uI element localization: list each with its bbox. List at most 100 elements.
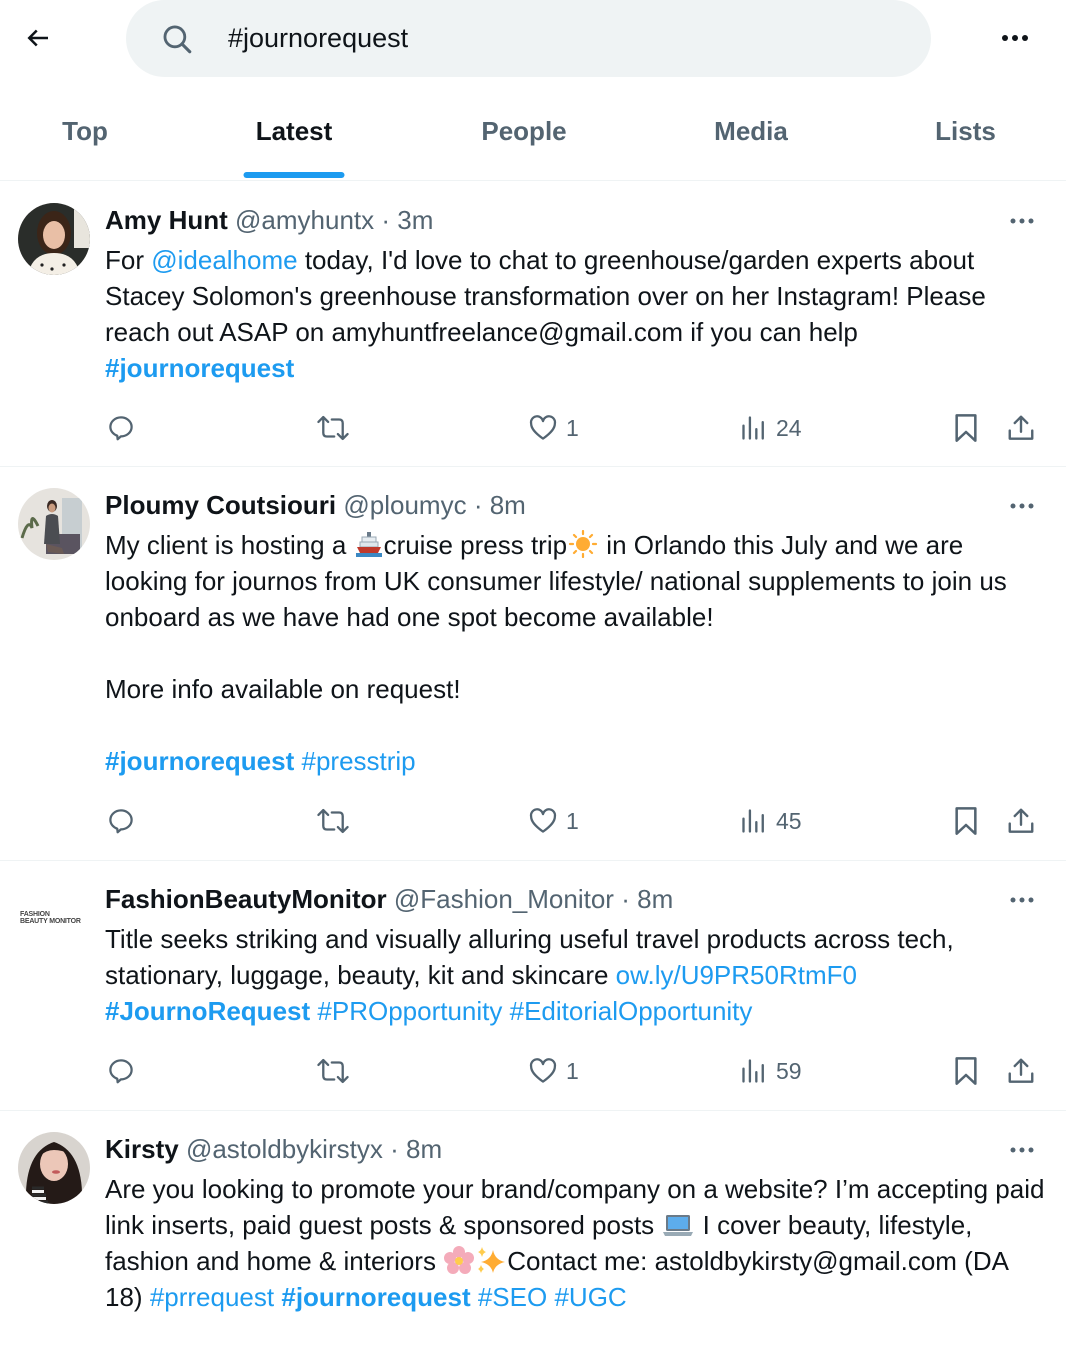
reply-button[interactable] [106,408,136,448]
text-segment: My client is hosting a [105,530,354,560]
view-count: 24 [776,414,802,441]
retweet-button[interactable] [316,1051,350,1091]
avatar[interactable] [18,488,90,560]
hashtag-link[interactable]: #UGC [554,1282,626,1312]
search-input[interactable] [228,18,878,58]
tweet-more-button[interactable] [1000,206,1044,236]
tweet[interactable]: Ploumy Coutsiouri @ploumyc · 8m My clien… [0,467,1066,861]
mention-link[interactable]: @idealhome [151,245,297,275]
avatar-logo-text: FASHION BEAUTY MONITOR [20,911,81,925]
tab-latest[interactable]: Latest [224,92,364,181]
analytics-icon [742,416,764,440]
timestamp[interactable]: 8m [637,884,673,914]
share-button[interactable] [1006,408,1036,448]
tweet-text: Title seeks striking and visually alluri… [105,921,1050,1029]
author-name[interactable]: FashionBeautyMonitor [105,884,387,914]
retweet-icon [317,808,349,834]
author-handle[interactable]: @astoldbykirstyx [186,1134,383,1164]
tweet-text: For @idealhome today, I'd love to chat t… [105,242,1050,386]
reply-button[interactable] [106,1051,136,1091]
like-button[interactable]: 1 [528,801,579,841]
timestamp[interactable]: 8m [406,1134,442,1164]
tweet-more-button[interactable] [1000,1135,1044,1165]
analytics-icon [742,1059,764,1083]
avatar-image [18,1132,90,1204]
search-tabs: Top Latest People Media Lists [0,92,1066,181]
bookmark-icon [955,414,977,442]
more-options-button[interactable] [990,18,1040,58]
like-count: 1 [566,807,579,834]
separator-dot: · [473,490,483,520]
views-button[interactable]: 24 [740,408,802,448]
hashtag-link[interactable]: #journorequest [281,1282,470,1312]
tweet[interactable]: Kirsty @astoldbykirstyx · 8m Are you loo… [0,1111,1066,1362]
hashtag-link[interactable]: #prrequest [150,1282,274,1312]
tweet[interactable]: Amy Hunt @amyhuntx · 3m For @idealhome t… [0,182,1066,467]
bookmark-button[interactable] [952,801,980,841]
avatar[interactable] [18,203,90,275]
like-button[interactable]: 1 [528,408,579,448]
analytics-icon [742,809,764,833]
more-horizontal-icon [1010,897,1034,903]
tab-people[interactable]: People [460,92,588,181]
author-handle[interactable]: @Fashion_Monitor [394,884,614,914]
text-segment: cruise press trip [383,530,568,560]
bookmark-button[interactable] [952,1051,980,1091]
share-button[interactable] [1006,801,1036,841]
share-icon [1008,415,1034,440]
author-handle[interactable]: @amyhuntx [235,205,374,235]
laptop-emoji [663,1215,694,1236]
heart-icon [529,415,557,440]
hashtag-link[interactable]: #JournoRequest [105,996,310,1026]
hashtag-link[interactable]: #SEO [478,1282,547,1312]
tab-label: Media [714,116,788,146]
hashtag-link[interactable]: #presstrip [301,746,415,776]
active-tab-indicator [243,172,345,178]
tab-top[interactable]: Top [30,92,140,181]
tweet-more-button[interactable] [1000,491,1044,521]
author-name[interactable]: Kirsty [105,1134,179,1164]
tweet-text: My client is hosting a cruise press trip… [105,527,1050,779]
avatar-image [18,488,90,560]
hashtag-link[interactable]: #journorequest [105,353,294,383]
tab-media[interactable]: Media [690,92,812,181]
avatar-image [18,203,90,275]
tweet-more-button[interactable] [1000,885,1044,915]
author-name[interactable]: Amy Hunt [105,205,228,235]
tab-label: Latest [255,116,333,146]
hashtag-link[interactable]: #journorequest [105,746,294,776]
avatar[interactable]: FASHION BEAUTY MONITOR [18,882,90,954]
tab-label: Lists [935,116,996,146]
tweet-header: Amy Hunt @amyhuntx · 3m [105,202,433,238]
bookmark-button[interactable] [952,408,980,448]
timestamp[interactable]: 8m [490,490,526,520]
url-link[interactable]: ow.ly/U9PR50RtmF0 [616,960,857,990]
author-handle[interactable]: @ploumyc [343,490,466,520]
like-count: 1 [566,414,579,441]
retweet-button[interactable] [316,408,350,448]
share-button[interactable] [1006,1051,1036,1091]
views-button[interactable]: 59 [740,1051,802,1091]
sun-emoji [568,530,598,558]
search-box[interactable] [126,0,931,77]
hashtag-link[interactable]: #EditorialOpportunity [510,996,753,1026]
timestamp[interactable]: 3m [397,205,433,235]
views-button[interactable]: 45 [740,801,802,841]
tab-lists[interactable]: Lists [918,92,1013,181]
sparkles-emoji [478,1247,506,1273]
tweet[interactable]: FASHION BEAUTY MONITOR FashionBeautyMonit… [0,861,1066,1111]
back-button[interactable] [18,18,58,58]
author-name[interactable]: Ploumy Coutsiouri [105,490,336,520]
bookmark-icon [955,1057,977,1085]
search-icon [163,25,192,54]
hashtag-link[interactable]: #PROpportunity [317,996,502,1026]
tweet-text: Are you looking to promote your brand/co… [105,1171,1050,1315]
avatar[interactable] [18,1132,90,1204]
retweet-icon [317,1058,349,1084]
tweet-actions: 1 24 [0,408,1066,448]
retweet-button[interactable] [316,801,350,841]
like-count: 1 [566,1057,579,1084]
like-button[interactable]: 1 [528,1051,579,1091]
heart-icon [529,1058,557,1083]
reply-button[interactable] [106,801,136,841]
